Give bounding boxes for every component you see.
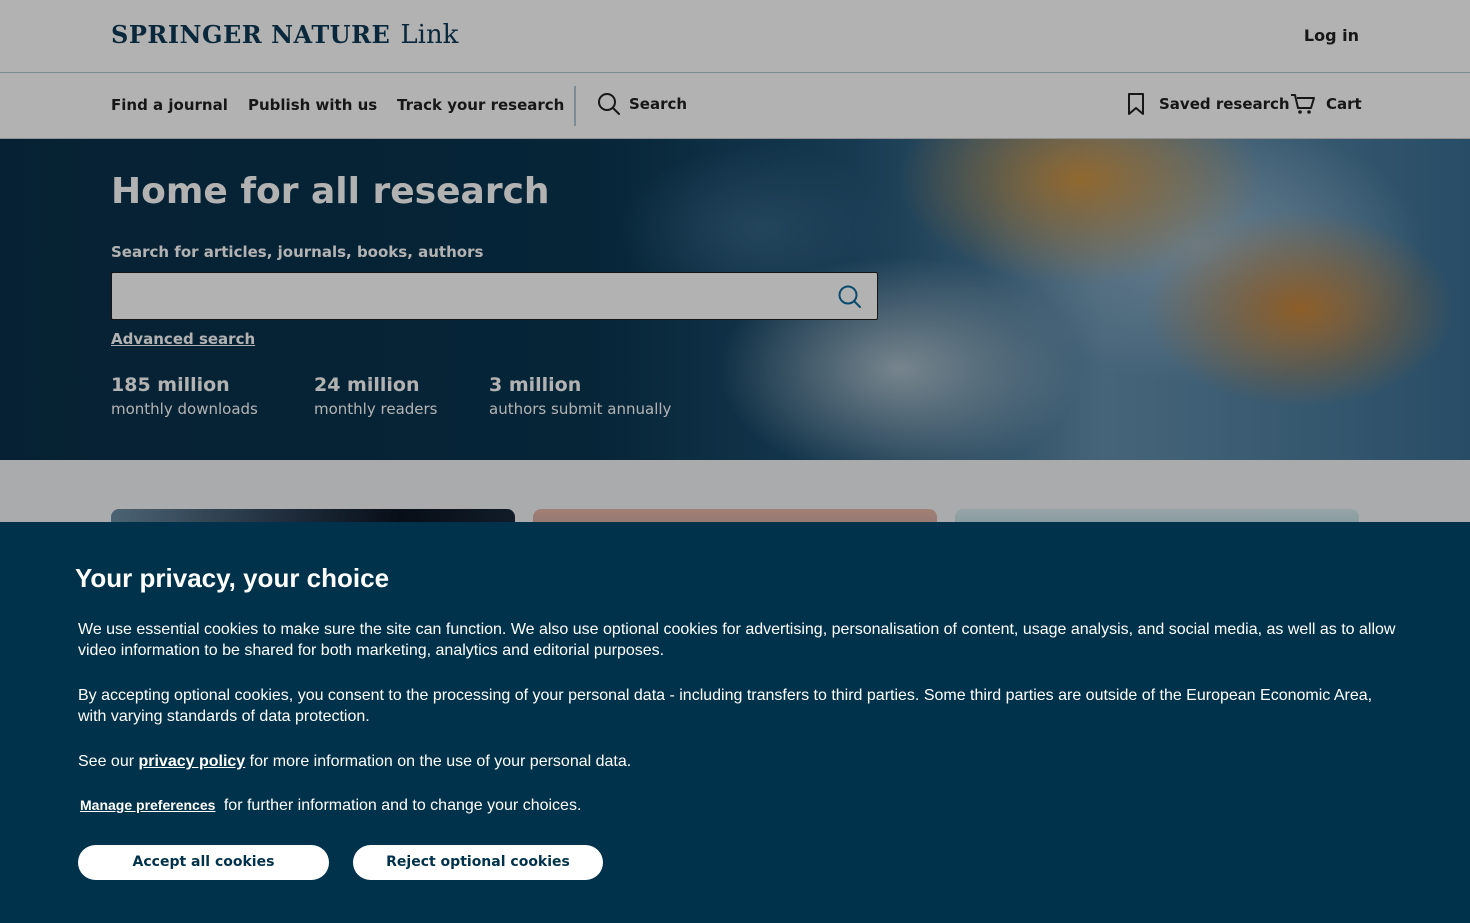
reject-optional-cookies-button[interactable]: Reject optional cookies [353,845,603,880]
privacy-policy-link[interactable]: privacy policy [138,753,245,770]
cookie-paragraph: By accepting optional cookies, you conse… [78,687,1373,725]
cookie-consent-banner: Your privacy, your choice We use essenti… [0,522,1470,923]
privacy-text-pre: See our [78,753,139,770]
cookie-paragraph: See our privacy policy for more informat… [78,751,1398,772]
cookie-paragraph: Manage preferences for further informati… [78,795,1398,816]
manage-text-post: for further information and to change yo… [219,797,582,814]
accept-all-cookies-button[interactable]: Accept all cookies [78,845,329,880]
cookie-title: Your privacy, your choice [75,563,390,593]
cookie-paragraph: We use essential cookies to make sure th… [78,621,1396,659]
manage-preferences-link[interactable]: Manage preferences [80,797,215,813]
privacy-text-post: for more information on the use of your … [245,753,632,770]
